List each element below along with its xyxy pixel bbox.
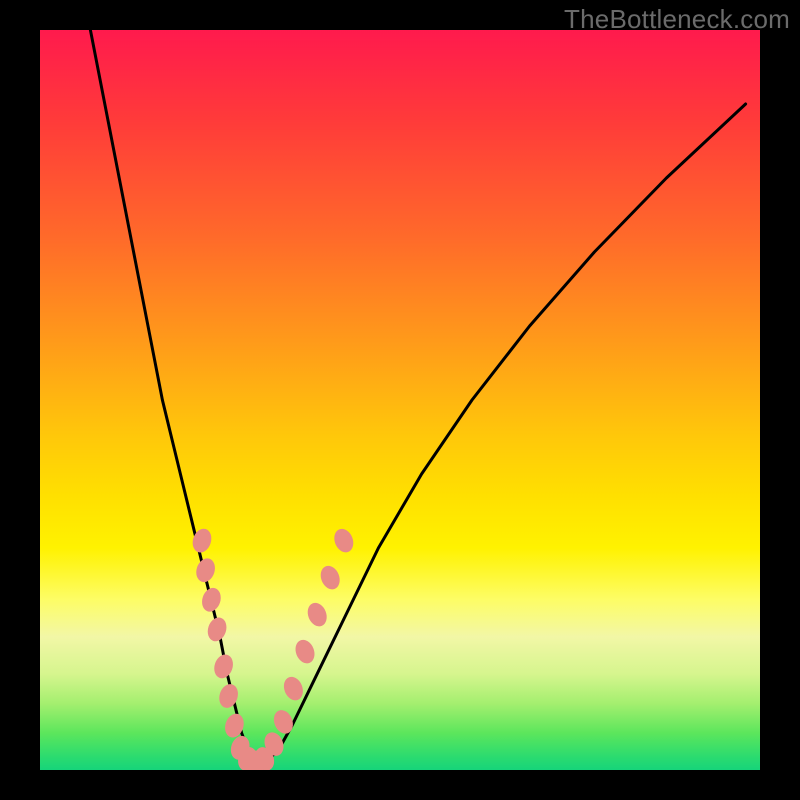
curve-svg: [40, 30, 760, 770]
bottleneck-curve: [90, 30, 745, 763]
marker-bead: [331, 526, 357, 555]
marker-bead: [304, 600, 330, 629]
marker-bead: [317, 563, 343, 592]
marker-bead: [211, 652, 236, 681]
marker-bead: [271, 707, 297, 736]
marker-bead: [193, 556, 218, 585]
chart-frame: TheBottleneck.com: [0, 0, 800, 800]
marker-bead: [281, 674, 307, 703]
marker-bead: [216, 682, 241, 711]
marker-bead: [205, 615, 230, 644]
plot-area: [40, 30, 760, 770]
marker-bead: [199, 585, 224, 614]
marker-bead: [292, 637, 318, 666]
